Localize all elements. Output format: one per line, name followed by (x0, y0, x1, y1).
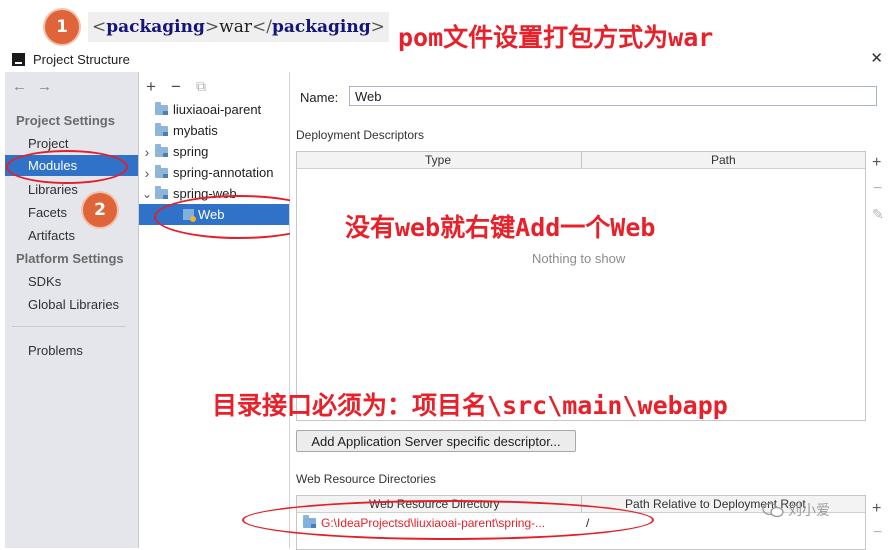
tree-item-liuxiaoai-parent[interactable]: liuxiaoai-parent (139, 99, 289, 120)
tree-item-label: spring (173, 144, 209, 159)
name-field[interactable]: Web (349, 86, 877, 106)
add-module-icon[interactable]: + (146, 77, 156, 97)
nav-divider (12, 326, 126, 327)
window-title: Project Structure (33, 52, 130, 67)
watermark-text: 刘小爱 (788, 502, 830, 518)
project-settings-header: Project Settings (16, 113, 115, 128)
window-titlebar: Project Structure (0, 48, 889, 71)
tree-item-label: mybatis (173, 123, 218, 138)
column-separator (581, 152, 582, 168)
xml-close-tag: packaging (271, 17, 371, 37)
add-server-descriptor-button[interactable]: Add Application Server specific descript… (296, 430, 576, 452)
tree-item-mybatis[interactable]: mybatis (139, 120, 289, 141)
module-folder-icon (155, 101, 168, 115)
intellij-app-icon (12, 53, 25, 66)
web-resource-directories-label: Web Resource Directories (296, 472, 436, 486)
deployment-descriptors-table[interactable]: Type Path (296, 151, 866, 421)
deployment-descriptors-label: Deployment Descriptors (296, 128, 425, 142)
chevron-down-icon[interactable]: ⌄ (139, 187, 155, 201)
module-folder-icon (155, 122, 168, 136)
nav-arrows: ←→ (12, 78, 62, 95)
module-folder-icon (155, 164, 168, 178)
empty-table-message: Nothing to show (532, 251, 626, 266)
tree-item-spring-annotation[interactable]: › spring-annotation (139, 162, 289, 183)
forward-arrow-icon[interactable]: → (37, 78, 62, 95)
platform-settings-header: Platform Settings (16, 251, 124, 266)
nav-item-artifacts[interactable]: Artifacts (28, 228, 75, 243)
nav-item-facets[interactable]: Facets (28, 205, 67, 220)
module-folder-icon (155, 143, 168, 157)
tree-item-spring[interactable]: › spring (139, 141, 289, 162)
nav-item-problems[interactable]: Problems (28, 343, 83, 358)
module-folder-icon (155, 185, 168, 199)
add-descriptor-icon[interactable]: + (872, 154, 881, 172)
wechat-icon (762, 502, 784, 518)
nav-item-libraries[interactable]: Libraries (28, 182, 78, 197)
column-header-path[interactable]: Path (711, 153, 736, 167)
xml-open-tag: packaging (106, 17, 205, 37)
edit-descriptor-icon[interactable]: ✎ (872, 206, 884, 223)
tree-item-label: liuxiaoai-parent (173, 102, 262, 117)
copy-module-icon[interactable]: ⧉ (196, 78, 206, 95)
column-header-type[interactable]: Type (425, 153, 451, 167)
watermark: 刘小爱 (762, 500, 830, 520)
remove-module-icon[interactable]: − (171, 77, 181, 97)
annotation-badge-2: 2 (83, 193, 117, 227)
highlight-oval-web-resource (242, 500, 654, 540)
note-webapp-directory: 目录接口必须为：项目名\src\main\webapp (212, 391, 728, 420)
nav-item-sdks[interactable]: SDKs (28, 274, 61, 289)
nav-item-global-libraries[interactable]: Global Libraries (28, 297, 119, 312)
remove-web-resource-icon[interactable]: − (873, 524, 882, 542)
name-label: Name: (300, 90, 339, 105)
chevron-right-icon[interactable]: › (139, 165, 155, 181)
highlight-oval-modules (6, 150, 128, 184)
table-header: Type Path (297, 152, 865, 169)
close-icon[interactable]: ✕ (870, 49, 883, 67)
remove-descriptor-icon[interactable]: − (873, 180, 882, 198)
back-arrow-icon[interactable]: ← (12, 78, 37, 95)
pom-packaging-snippet: < packaging > war </packaging > (88, 12, 389, 42)
nav-item-project[interactable]: Project (28, 136, 68, 151)
note-add-web: 没有web就右键Add一个Web (345, 213, 656, 242)
chevron-right-icon[interactable]: › (139, 144, 155, 160)
add-web-resource-icon[interactable]: + (872, 500, 881, 518)
xml-value: war (219, 17, 252, 37)
tree-item-label: spring-annotation (173, 165, 274, 180)
annotation-badge-1: 1 (45, 10, 79, 44)
